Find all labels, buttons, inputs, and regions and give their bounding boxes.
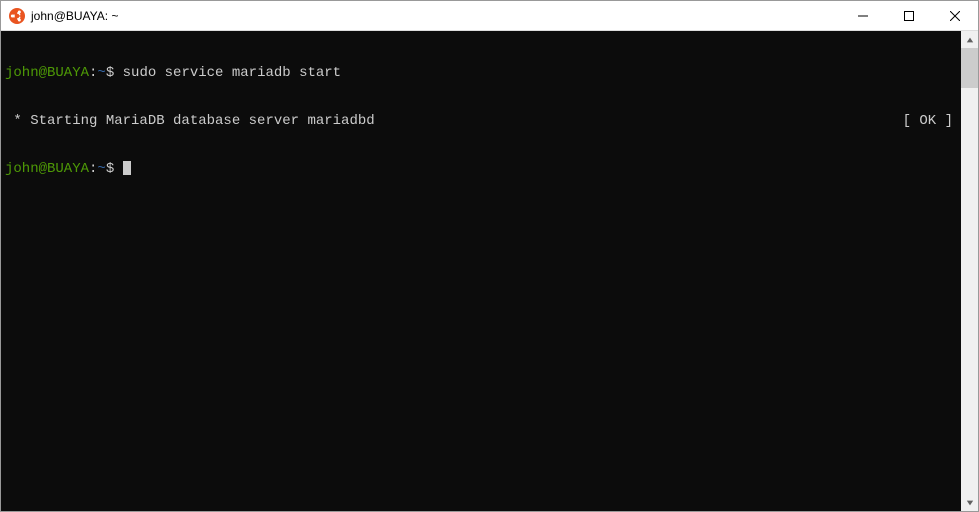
terminal-line: john@BUAYA:~$	[5, 161, 957, 177]
titlebar-left: john@BUAYA: ~	[1, 8, 840, 24]
minimize-button[interactable]	[840, 1, 886, 30]
prompt-user: john@BUAYA	[5, 161, 89, 177]
scrollbar-thumb[interactable]	[961, 48, 978, 88]
command-text: sudo service mariadb start	[123, 65, 341, 81]
prompt-user: john@BUAYA	[5, 65, 89, 81]
service-message: * Starting MariaDB database server maria…	[5, 113, 903, 129]
status-ok: [ OK ]	[903, 113, 957, 129]
prompt-dollar: $	[106, 161, 123, 177]
prompt-path: ~	[97, 161, 105, 177]
window-title: john@BUAYA: ~	[31, 9, 118, 23]
prompt-colon: :	[89, 161, 97, 177]
terminal-window: john@BUAYA: ~ john@BUAYA:~$ sudo service…	[0, 0, 979, 512]
terminal-line: * Starting MariaDB database server maria…	[5, 113, 957, 129]
scrollbar-down-arrow-icon[interactable]	[961, 494, 978, 511]
ubuntu-icon	[9, 8, 25, 24]
window-controls	[840, 1, 978, 30]
terminal-content[interactable]: john@BUAYA:~$ sudo service mariadb start…	[1, 31, 961, 511]
prompt-dollar: $	[106, 65, 123, 81]
close-button[interactable]	[932, 1, 978, 30]
prompt-colon: :	[89, 65, 97, 81]
terminal-line: john@BUAYA:~$ sudo service mariadb start	[5, 65, 957, 81]
prompt-path: ~	[97, 65, 105, 81]
vertical-scrollbar[interactable]	[961, 31, 978, 511]
maximize-button[interactable]	[886, 1, 932, 30]
scrollbar-up-arrow-icon[interactable]	[961, 31, 978, 48]
terminal-area: john@BUAYA:~$ sudo service mariadb start…	[1, 31, 978, 511]
cursor	[123, 161, 131, 175]
titlebar: john@BUAYA: ~	[1, 1, 978, 31]
